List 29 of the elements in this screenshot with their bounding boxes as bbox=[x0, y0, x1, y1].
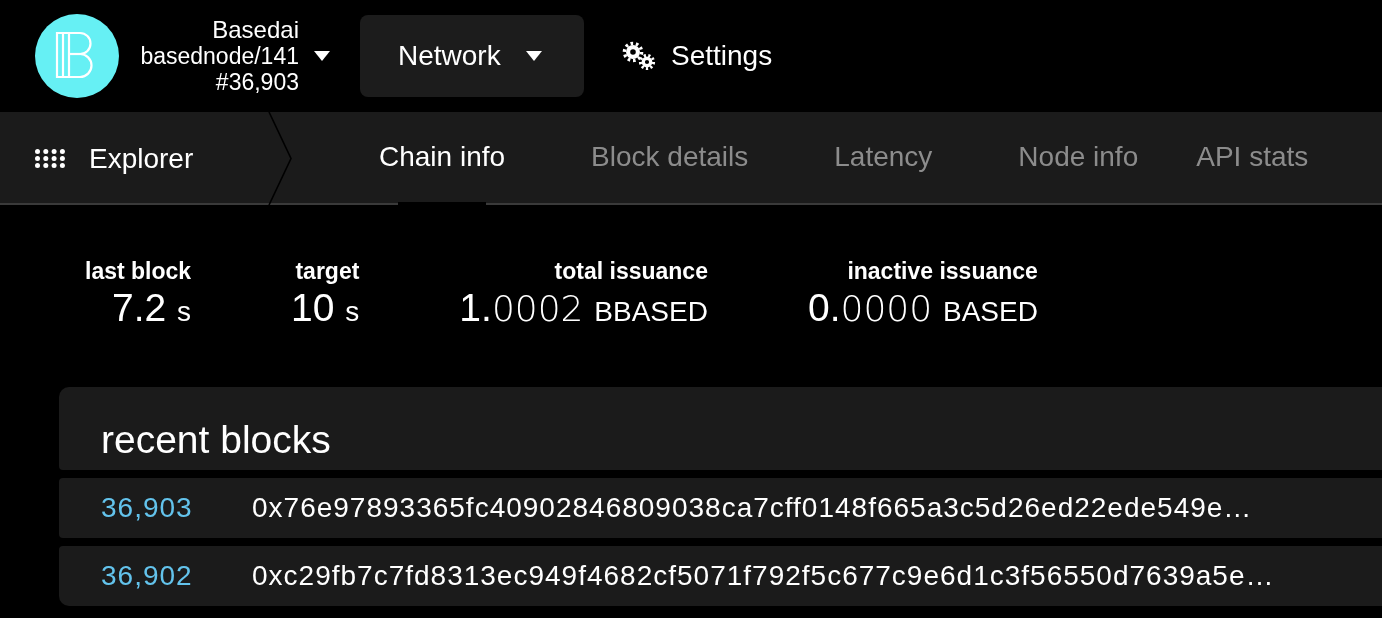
logo-icon bbox=[35, 14, 119, 98]
caret-icon[interactable] bbox=[314, 51, 330, 61]
stat-value: 7.2 s bbox=[112, 285, 192, 331]
settings-icon[interactable] bbox=[622, 41, 656, 71]
block-hash: 0x76e97893365fc40902846809038ca7cff0148f665a3c5d26ed22ede549e… bbox=[252, 492, 1253, 524]
caret-icon bbox=[525, 51, 542, 61]
network-dropdown[interactable]: Network bbox=[360, 15, 584, 97]
tab[interactable]: Chain info bbox=[363, 112, 522, 205]
node-name: basednode/141 bbox=[140, 43, 299, 69]
block-height: #36,903 bbox=[215, 69, 299, 95]
stat-label: total issuance bbox=[554, 257, 708, 285]
tab[interactable]: Node info bbox=[1002, 112, 1155, 205]
settings-link[interactable]: Settings bbox=[671, 40, 773, 72]
block-number-link[interactable]: 36,903 bbox=[101, 492, 252, 524]
tab[interactable]: Latency bbox=[818, 112, 949, 205]
stat-value: 0.0000 BASED bbox=[807, 285, 1038, 331]
stat-label: inactive issuance bbox=[847, 257, 1038, 285]
stat-label: last block bbox=[85, 257, 192, 285]
explorer-menu[interactable]: Explorer bbox=[0, 112, 268, 205]
section-title: recent blocks bbox=[101, 417, 331, 462]
chain-name: Basedai bbox=[212, 17, 299, 43]
tab[interactable]: Block details bbox=[575, 112, 765, 205]
block-number-link[interactable]: 36,902 bbox=[101, 560, 252, 592]
stat-label: target bbox=[295, 257, 360, 285]
stat-value: 1.0002 BBASED bbox=[459, 285, 708, 331]
block-hash: 0xc29fb7c7fd8313ec949f4682cf5071f792f5c677c9e6d1c3f56550d7639a5e… bbox=[252, 560, 1275, 592]
stat-value: 10 s bbox=[291, 285, 360, 331]
tab[interactable]: API stats bbox=[1180, 112, 1325, 205]
grid-icon bbox=[35, 149, 65, 168]
